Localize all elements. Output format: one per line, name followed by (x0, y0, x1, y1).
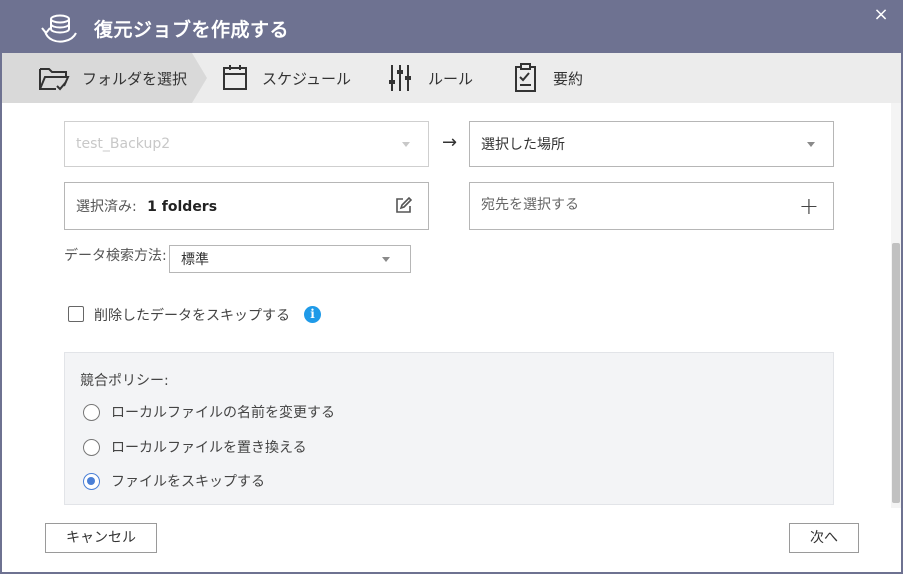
step-rules[interactable]: ルール (388, 53, 473, 103)
radio-replace-local[interactable]: ローカルファイルを置き換える (83, 437, 307, 457)
radio-label: ローカルファイルを置き換える (111, 440, 307, 456)
title-bar: 復元ジョブを作成する × (2, 2, 901, 53)
destination-location-select[interactable]: 選択した場所 (469, 121, 834, 167)
source-select: test_Backup2 (64, 121, 429, 167)
step-label: 要約 (553, 69, 584, 88)
selected-prefix: 選択済み: (76, 199, 137, 215)
step-label: フォルダを選択 (82, 69, 188, 88)
destination-location-value: 選択した場所 (481, 137, 565, 153)
radio-button[interactable] (83, 403, 100, 421)
step-schedule[interactable]: スケジュール (222, 53, 351, 103)
radio-skip-file[interactable]: ファイルをスキップする (83, 471, 265, 491)
chevron-down-icon (382, 257, 390, 262)
source-select-value: test_Backup2 (76, 136, 171, 152)
search-method-label: データ検索方法: (64, 248, 167, 264)
dialog-title: 復元ジョブを作成する (94, 19, 290, 41)
restore-job-dialog: 復元ジョブを作成する × フォルダを選択 スケジュール ルール 要約 test_… (0, 0, 903, 574)
selected-count: 1 folders (147, 199, 218, 215)
arrow-right-icon: → (442, 132, 458, 153)
chevron-down-icon (402, 142, 410, 147)
wizard-steps: フォルダを選択 スケジュール ルール 要約 (2, 53, 901, 103)
selected-folders-text: 選択済み: 1 folders (76, 196, 217, 216)
search-method-select[interactable]: 標準 (169, 245, 411, 273)
step-summary[interactable]: 要約 (513, 53, 583, 103)
select-destination-field[interactable]: 宛先を選択する + (469, 182, 834, 230)
step-label: ルール (428, 69, 474, 88)
add-icon[interactable]: + (799, 192, 819, 220)
sliders-icon (389, 65, 411, 91)
edit-icon[interactable] (395, 197, 412, 214)
step-label: スケジュール (262, 69, 351, 88)
close-button[interactable]: × (871, 5, 891, 25)
cancel-button[interactable]: キャンセル (45, 523, 157, 553)
next-button[interactable]: 次へ (789, 523, 859, 553)
clipboard-check-icon (515, 63, 536, 92)
chevron-down-icon (807, 142, 815, 147)
radio-button[interactable] (83, 438, 100, 456)
radio-rename-local[interactable]: ローカルファイルの名前を変更する (83, 402, 335, 422)
conflict-policy-panel: 競合ポリシー: ローカルファイルの名前を変更する ローカルファイルを置き換える … (64, 352, 834, 505)
search-method-value: 標準 (181, 252, 209, 268)
skip-deleted-label: 削除したデータをスキップする (94, 308, 290, 324)
skip-deleted-checkbox[interactable] (68, 306, 84, 322)
radio-label: ファイルをスキップする (111, 474, 265, 490)
info-icon[interactable]: i (304, 306, 321, 323)
scrollbar-thumb[interactable] (892, 243, 900, 503)
step-folder-select[interactable]: フォルダを選択 (2, 53, 207, 103)
scrollbar-track[interactable] (891, 103, 901, 508)
radio-label: ローカルファイルの名前を変更する (111, 405, 335, 421)
radio-button[interactable] (83, 472, 100, 490)
selected-folders-field: 選択済み: 1 folders (64, 182, 429, 230)
restore-database-icon (41, 14, 77, 43)
folder-check-icon (39, 68, 70, 91)
conflict-policy-title: 競合ポリシー: (80, 373, 169, 389)
content-area: test_Backup2 → 選択した場所 選択済み: 1 folders 宛先… (2, 103, 901, 508)
select-destination-placeholder: 宛先を選択する (481, 197, 579, 213)
calendar-icon (223, 65, 247, 90)
